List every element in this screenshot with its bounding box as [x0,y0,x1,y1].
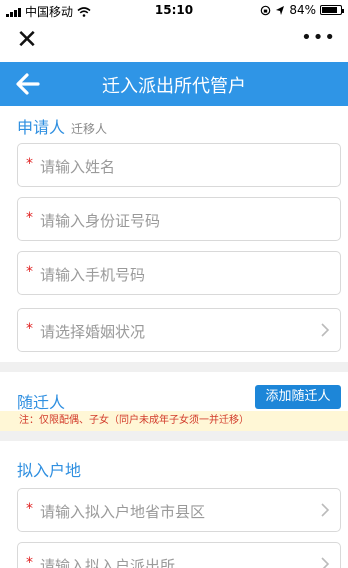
required-marker: * [26,210,33,226]
applicant-subtitle: 迁移人 [71,122,108,136]
status-right: 84% [260,3,344,17]
chevron-right-icon [321,503,330,517]
id-number-placeholder: 请输入身份证号码 [40,212,161,230]
add-companion-button[interactable]: 添加随迁人 [255,385,341,409]
required-marker: * [26,501,33,517]
title-bar: ✕ ••• [0,20,348,62]
id-number-input[interactable]: * 请输入身份证号码 [17,197,341,241]
required-marker: * [26,321,33,337]
close-icon[interactable]: ✕ [14,27,40,54]
section-divider [0,431,348,441]
required-marker: * [26,264,33,280]
chevron-right-icon [321,557,330,568]
destination-region-placeholder: 请输入拟入户地省市县区 [40,503,206,521]
marital-status-select[interactable]: * 请选择婚姻状况 [17,308,341,352]
companion-notice: 注：仅限配偶、子女（同户未成年子女须一并迁移） [0,411,348,431]
page-title: 迁入派出所代管户 [102,76,246,97]
required-marker: * [26,555,33,568]
section-divider [0,362,348,372]
name-placeholder: 请输入姓名 [40,158,116,176]
companion-section-title: 随迁人 [17,393,66,412]
destination-police-station-select[interactable]: * 请输入拟入户派出所 [17,542,341,568]
battery-percent: 84% [289,3,316,17]
phone-input[interactable]: * 请输入手机号码 [17,251,341,295]
name-input[interactable]: * 请输入姓名 [17,143,341,187]
destination-police-station-placeholder: 请输入拟入户派出所 [40,557,176,568]
location-icon [276,5,285,15]
battery-fill [322,7,338,13]
page-header: 迁入派出所代管户 [0,62,348,106]
destination-section-title: 拟入户地 [17,461,82,480]
applicant-section-title: 申请人 迁移人 [17,114,107,138]
destination-region-select[interactable]: * 请输入拟入户地省市县区 [17,488,341,532]
battery-icon [320,5,344,15]
marital-status-placeholder: 请选择婚姻状况 [40,323,146,341]
more-icon[interactable]: ••• [301,28,336,54]
applicant-title: 申请人 [17,118,66,137]
required-marker: * [26,156,33,172]
orientation-lock-icon [261,5,271,15]
chevron-right-icon [321,323,330,337]
phone-placeholder: 请输入手机号码 [40,266,146,284]
status-bar: 中国移动 15:10 84% [0,0,348,20]
